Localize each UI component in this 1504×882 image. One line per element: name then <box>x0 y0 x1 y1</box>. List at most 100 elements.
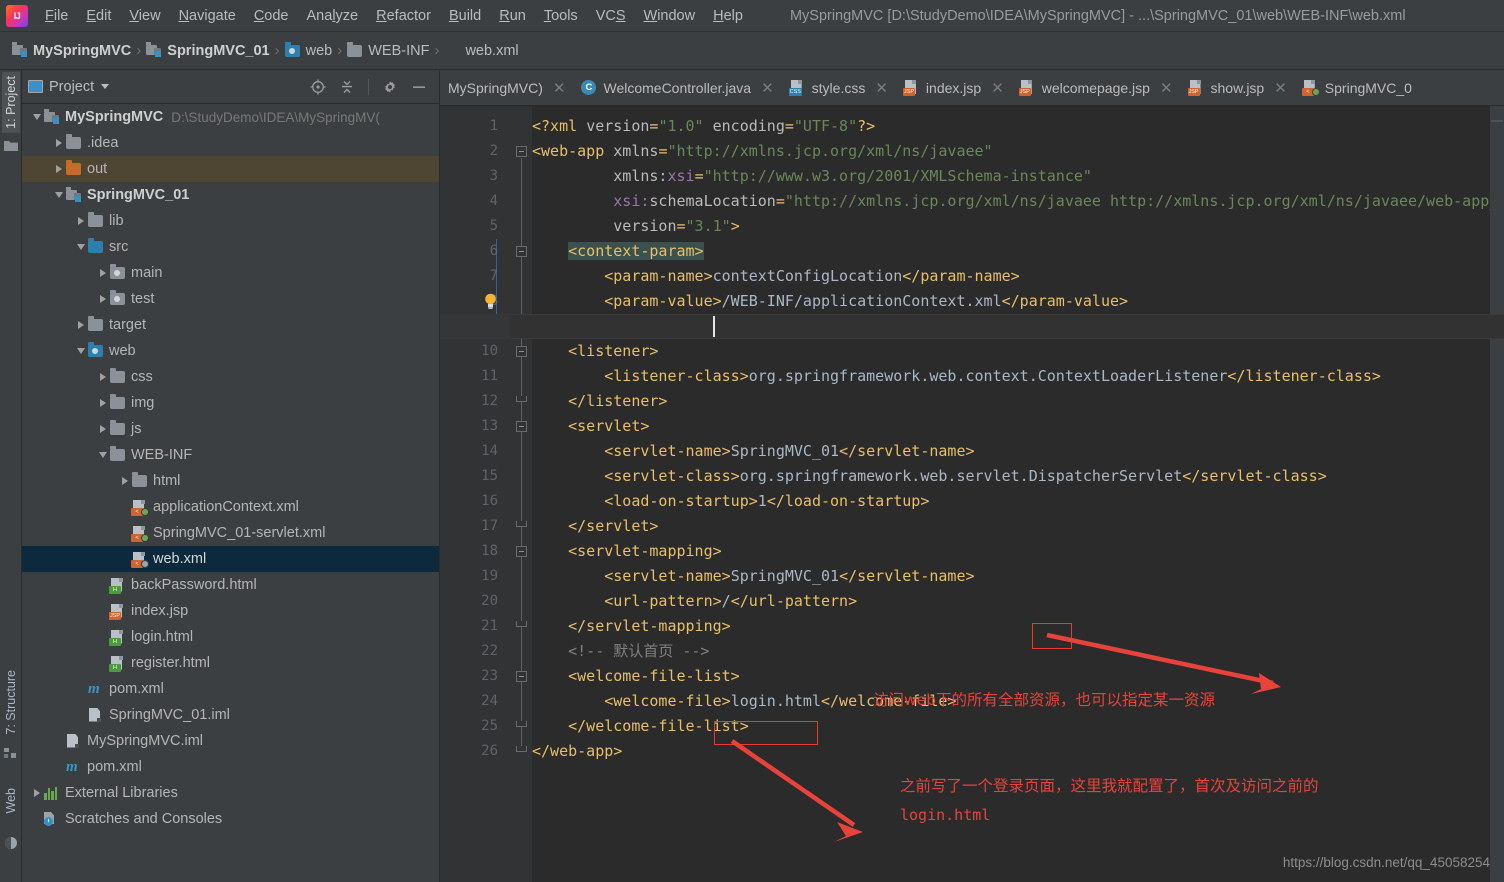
tree-item-out[interactable]: out <box>22 156 439 182</box>
menu-item-navigate[interactable]: Navigate <box>170 5 245 27</box>
fold-region-end-icon[interactable] <box>516 396 527 402</box>
intention-bulb-icon[interactable] <box>484 293 497 310</box>
locate-icon[interactable] <box>310 79 326 95</box>
chevron-down-icon[interactable] <box>52 192 66 198</box>
code-line[interactable]: version="3.1"> <box>532 214 739 239</box>
tree-item-src[interactable]: src <box>22 234 439 260</box>
tree-item-myspringmvc[interactable]: MySpringMVC D:\StudyDemo\IDEA\MySpringMV( <box>22 104 439 130</box>
breadcrumb-item-springmvc-01[interactable]: SpringMVC_01 <box>146 42 270 59</box>
code-line[interactable]: xsi:schemaLocation="http://xmlns.jcp.org… <box>532 189 1504 214</box>
tree-item-myspringmvc-iml[interactable]: MySpringMVC.iml <box>22 728 439 754</box>
code-line[interactable]: <servlet-mapping> <box>532 539 722 564</box>
fold-region-end-icon[interactable] <box>516 746 527 752</box>
code-line[interactable]: </servlet> <box>532 514 658 539</box>
code-line[interactable]: <url-pattern>/</url-pattern> <box>532 589 857 614</box>
tree-item-springmvc-01[interactable]: SpringMVC_01 <box>22 182 439 208</box>
breadcrumb-item-web-inf[interactable]: WEB-INF <box>347 41 429 59</box>
chevron-right-icon[interactable] <box>96 425 110 433</box>
tree-item-target[interactable]: target <box>22 312 439 338</box>
editor-scrollbar[interactable] <box>1490 106 1504 882</box>
fold-collapse-icon[interactable] <box>516 346 527 357</box>
code-line[interactable]: <load-on-startup>1</load-on-startup> <box>532 489 929 514</box>
chevron-down-icon[interactable] <box>101 84 110 89</box>
chevron-right-icon[interactable] <box>30 789 44 797</box>
close-icon[interactable]: ✕ <box>875 79 888 97</box>
chevron-right-icon[interactable] <box>96 295 110 303</box>
fold-collapse-icon[interactable] <box>516 246 527 257</box>
close-icon[interactable]: ✕ <box>761 79 774 97</box>
fold-region-end-icon[interactable] <box>516 721 527 727</box>
close-icon[interactable]: ✕ <box>553 79 566 97</box>
tree-item-login-html[interactable]: Hlogin.html <box>22 624 439 650</box>
editor-tab-welcomepage-jsp[interactable]: JSP welcomepage.jsp ✕ <box>1012 70 1181 105</box>
code-line[interactable]: <param-name>contextConfigLocation</param… <box>532 264 1019 289</box>
tree-item-lib[interactable]: lib <box>22 208 439 234</box>
code-content[interactable]: <?xml version="1.0" encoding="UTF-8"?> <w… <box>496 106 1504 882</box>
close-icon[interactable]: ✕ <box>1274 79 1287 97</box>
chevron-right-icon[interactable] <box>96 373 110 381</box>
code-line[interactable]: <servlet> <box>532 414 649 439</box>
breadcrumb-item-web-xml[interactable]: web.xml <box>444 43 518 59</box>
chevron-right-icon[interactable] <box>96 269 110 277</box>
tree-item-css[interactable]: css <box>22 364 439 390</box>
code-line[interactable]: <web-app xmlns="http://xmlns.jcp.org/xml… <box>532 139 993 164</box>
tree-item-web[interactable]: web <box>22 338 439 364</box>
editor-tab-show-jsp[interactable]: JSP show.jsp ✕ <box>1181 70 1295 105</box>
menu-item-edit[interactable]: Edit <box>77 5 120 27</box>
menu-item-tools[interactable]: Tools <box>535 5 587 27</box>
tree-item-js[interactable]: js <box>22 416 439 442</box>
menu-item-code[interactable]: Code <box>245 5 298 27</box>
fold-collapse-icon[interactable] <box>516 671 527 682</box>
tree-item-applicationcontext-xml[interactable]: < applicationContext.xml <box>22 494 439 520</box>
tree-item-main[interactable]: main <box>22 260 439 286</box>
breadcrumb-item-web[interactable]: web <box>284 41 332 59</box>
code-line[interactable]: </web-app> <box>532 739 622 764</box>
code-line[interactable]: <servlet-name>SpringMVC_01</servlet-name… <box>532 439 974 464</box>
fold-region-end-icon[interactable] <box>516 521 527 527</box>
menu-item-view[interactable]: View <box>120 5 169 27</box>
chevron-down-icon[interactable] <box>30 114 44 120</box>
tree-item-springmvc-01-servlet-xml[interactable]: < SpringMVC_01-servlet.xml <box>22 520 439 546</box>
toolwindow-button-web[interactable]: Web <box>4 788 18 813</box>
chevron-right-icon[interactable] <box>74 217 88 225</box>
tree-item-test[interactable]: test <box>22 286 439 312</box>
menu-item-refactor[interactable]: Refactor <box>367 5 440 27</box>
editor-tab-index-jsp[interactable]: JSP index.jsp ✕ <box>896 70 1012 105</box>
code-line[interactable]: <context-param> <box>532 239 704 264</box>
menu-item-file[interactable]: File <box>36 5 77 27</box>
tree-item-backpassword-html[interactable]: HbackPassword.html <box>22 572 439 598</box>
tree-item-external-libraries[interactable]: External Libraries <box>22 780 439 806</box>
chevron-down-icon[interactable] <box>74 244 88 250</box>
minimize-icon[interactable] <box>411 79 427 95</box>
fold-collapse-icon[interactable] <box>516 421 527 432</box>
project-tree[interactable]: MySpringMVC D:\StudyDemo\IDEA\MySpringMV(… <box>22 104 439 882</box>
tree-item-pom-xml[interactable]: m pom.xml <box>22 676 439 702</box>
chevron-right-icon[interactable] <box>118 477 132 485</box>
collapse-all-icon[interactable] <box>339 79 355 95</box>
chevron-down-icon[interactable] <box>96 452 110 458</box>
tree-item-index-jsp[interactable]: JSP index.jsp <box>22 598 439 624</box>
code-folding-rail[interactable] <box>510 106 532 882</box>
tree-item-img[interactable]: img <box>22 390 439 416</box>
fold-collapse-icon[interactable] <box>516 146 527 157</box>
code-line[interactable]: xmlns:xsi="http://www.w3.org/2001/XMLSch… <box>532 164 1092 189</box>
editor-tab-welcomecontroller-java[interactable]: C WelcomeController.java ✕ <box>573 70 781 105</box>
fold-region-end-icon[interactable] <box>516 621 527 627</box>
menu-item-vcs[interactable]: VCS <box>587 5 635 27</box>
chevron-down-icon[interactable] <box>74 348 88 354</box>
editor-tab-style-css[interactable]: CSS style.css ✕ <box>782 70 896 105</box>
close-icon[interactable]: ✕ <box>1160 79 1173 97</box>
tree-item--idea[interactable]: .idea <box>22 130 439 156</box>
toolwindow-button-structure[interactable]: 7: Structure <box>4 670 18 735</box>
menu-item-help[interactable]: Help <box>704 5 752 27</box>
tree-item-scratches-and-consoles[interactable]: Scratches and Consoles <box>22 806 439 832</box>
close-icon[interactable]: ✕ <box>991 79 1004 97</box>
code-line[interactable]: <!-- 默认首页 --> <box>532 639 709 664</box>
chevron-right-icon[interactable] <box>96 399 110 407</box>
editor-tab-bar[interactable]: MySpringMVC) ✕ C WelcomeController.java ✕ CSS… <box>440 70 1504 106</box>
code-editor[interactable]: 1234567891011121314151617181920212223242… <box>440 106 1504 882</box>
toolwindow-button-project[interactable]: 1: Project <box>1 72 20 133</box>
editor-tab-myspringmvc-[interactable]: MySpringMVC) ✕ <box>440 70 573 105</box>
breadcrumb-item-myspringmvc[interactable]: MySpringMVC <box>12 42 131 59</box>
tree-item-html[interactable]: html <box>22 468 439 494</box>
